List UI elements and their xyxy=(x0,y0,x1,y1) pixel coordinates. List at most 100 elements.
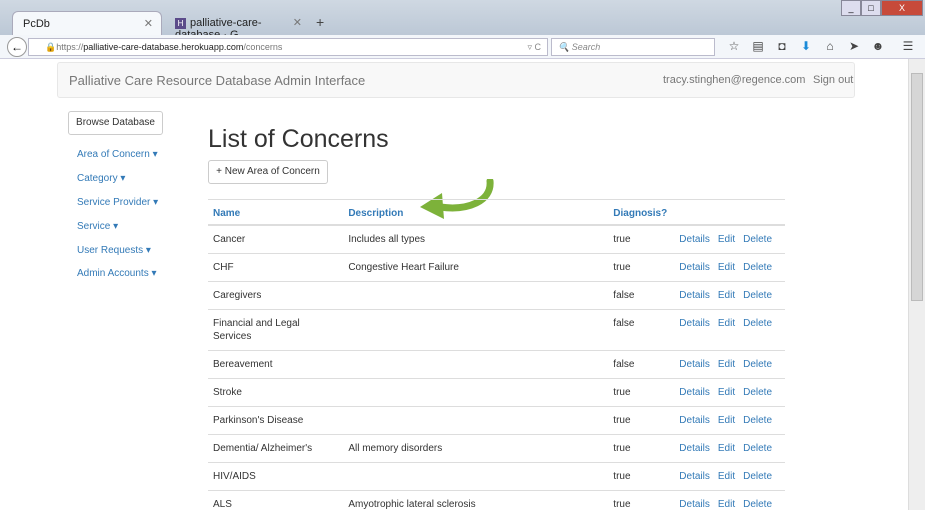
delete-link[interactable]: Delete xyxy=(743,499,772,510)
table-row: Dementia/ Alzheimer's All memory disorder… xyxy=(208,433,785,462)
cell-diagnosis: false xyxy=(608,308,675,350)
delete-link[interactable]: Delete xyxy=(743,290,772,301)
cell-diagnosis: true xyxy=(608,461,675,490)
new-area-of-concern-button[interactable]: + New Area of Concern xyxy=(208,160,328,184)
column-header-name[interactable]: Name xyxy=(208,199,344,226)
sidebar-item-category[interactable]: Category ▾ xyxy=(77,173,125,184)
delete-link[interactable]: Delete xyxy=(743,262,772,273)
menu-icon[interactable]: ☰ xyxy=(896,39,920,53)
maximize-button[interactable]: □ xyxy=(861,0,881,16)
close-window-button[interactable]: X xyxy=(881,0,923,16)
cell-description xyxy=(343,377,609,406)
cell-diagnosis: true xyxy=(608,224,675,253)
reload-icon[interactable]: ▿ C xyxy=(527,42,541,53)
details-link[interactable]: Details xyxy=(679,387,710,398)
pocket-icon[interactable]: ◘ xyxy=(770,39,794,53)
cell-description xyxy=(343,280,609,309)
details-link[interactable]: Details xyxy=(679,415,710,426)
delete-link[interactable]: Delete xyxy=(743,387,772,398)
brand[interactable]: Palliative Care Resource Database Admin … xyxy=(69,73,365,88)
cell-name: ALS xyxy=(208,489,344,518)
details-link[interactable]: Details xyxy=(679,234,710,245)
user-email[interactable]: tracy.stinghen@regence.com xyxy=(663,74,805,86)
table-row: Financial and Legal Services false Details… xyxy=(208,308,785,350)
details-link[interactable]: Details xyxy=(679,443,710,454)
cell-description: Congestive Heart Failure xyxy=(343,252,609,281)
cell-actions: Details Edit Delete xyxy=(674,252,785,281)
edit-link[interactable]: Edit xyxy=(718,234,735,245)
tab-github[interactable]: Hpalliative-care-database · G...✕ xyxy=(165,11,310,41)
cell-name: HIV/AIDS xyxy=(208,461,344,490)
cell-diagnosis: true xyxy=(608,405,675,434)
sidebar-item-service-provider[interactable]: Service Provider ▾ xyxy=(77,197,158,208)
edit-link[interactable]: Edit xyxy=(718,359,735,370)
table-row: Caregivers false Details Edit Delete xyxy=(208,280,785,309)
edit-link[interactable]: Edit xyxy=(718,415,735,426)
cell-description xyxy=(343,308,609,350)
tab-pcdb[interactable]: PcDb ✕ xyxy=(12,11,162,35)
page-content: Palliative Care Resource Database Admin … xyxy=(0,59,925,518)
details-link[interactable]: Details xyxy=(679,359,710,370)
edit-link[interactable]: Edit xyxy=(718,290,735,301)
cell-actions: Details Edit Delete xyxy=(674,377,785,406)
cell-name: Stroke xyxy=(208,377,344,406)
tab-label: PcDb xyxy=(23,18,50,30)
delete-link[interactable]: Delete xyxy=(743,443,772,454)
new-tab-button[interactable]: + xyxy=(316,14,324,30)
table-row: Cancer Includes all types true Details Edit D… xyxy=(208,224,785,253)
details-link[interactable]: Details xyxy=(679,262,710,273)
details-link[interactable]: Details xyxy=(679,471,710,482)
sign-out-link[interactable]: Sign out xyxy=(813,74,853,86)
cell-name: Cancer xyxy=(208,224,344,253)
scrollbar-thumb[interactable] xyxy=(911,73,923,301)
lock-icon: 🔒 xyxy=(45,42,57,52)
column-header-diagnosis[interactable]: Diagnosis? xyxy=(608,199,675,226)
delete-link[interactable]: Delete xyxy=(743,359,772,370)
edit-link[interactable]: Edit xyxy=(718,499,735,510)
search-input[interactable]: 🔍 Search xyxy=(551,38,715,56)
vertical-scrollbar[interactable] xyxy=(908,59,925,510)
delete-link[interactable]: Delete xyxy=(743,318,772,329)
details-link[interactable]: Details xyxy=(679,318,710,329)
cell-actions: Details Edit Delete xyxy=(674,433,785,462)
page-title: List of Concerns xyxy=(208,125,389,153)
delete-link[interactable]: Delete xyxy=(743,234,772,245)
send-icon[interactable]: ➤ xyxy=(842,39,866,53)
sidebar-item-area-of-concern[interactable]: Area of Concern ▾ xyxy=(77,149,158,160)
sidebar-item-admin-accounts[interactable]: Admin Accounts ▾ xyxy=(77,268,157,279)
edit-link[interactable]: Edit xyxy=(718,443,735,454)
cell-actions: Details Edit Delete xyxy=(674,349,785,378)
home-icon[interactable]: ⌂ xyxy=(818,39,842,53)
chat-icon[interactable]: ☻ xyxy=(866,39,890,53)
edit-link[interactable]: Edit xyxy=(718,387,735,398)
details-link[interactable]: Details xyxy=(679,290,710,301)
back-button[interactable]: ← xyxy=(7,37,27,57)
column-header-actions xyxy=(674,199,785,226)
reading-list-icon[interactable]: ▤ xyxy=(746,39,770,53)
browse-database-button[interactable]: Browse Database xyxy=(68,111,163,135)
table-row: Bereavement false Details Edit Delete xyxy=(208,349,785,378)
cell-description: Amyotrophic lateral sclerosis xyxy=(343,489,609,518)
close-tab-icon[interactable]: ✕ xyxy=(293,16,302,29)
download-icon[interactable]: ⬇ xyxy=(794,39,818,53)
delete-link[interactable]: Delete xyxy=(743,471,772,482)
details-link[interactable]: Details xyxy=(679,499,710,510)
url-bar[interactable]: 🔒https://palliative-care-database.heroku… xyxy=(28,38,548,56)
sidebar-item-service[interactable]: Service ▾ xyxy=(77,221,118,232)
minimize-button[interactable]: _ xyxy=(841,0,861,16)
edit-link[interactable]: Edit xyxy=(718,318,735,329)
column-header-description[interactable]: Description xyxy=(343,199,609,226)
edit-link[interactable]: Edit xyxy=(718,471,735,482)
delete-link[interactable]: Delete xyxy=(743,415,772,426)
table-row: Parkinson's Disease true Details Edit Delete xyxy=(208,405,785,434)
close-tab-icon[interactable]: ✕ xyxy=(144,17,153,30)
sidebar-item-user-requests[interactable]: User Requests ▾ xyxy=(77,245,151,256)
favicon-icon: H xyxy=(175,18,186,29)
cell-actions: Details Edit Delete xyxy=(674,461,785,490)
table-row: CHF Congestive Heart Failure true Details Ed… xyxy=(208,252,785,281)
search-placeholder: Search xyxy=(571,42,601,52)
cell-description xyxy=(343,349,609,378)
cell-description xyxy=(343,461,609,490)
bookmark-star-icon[interactable]: ☆ xyxy=(722,39,746,53)
edit-link[interactable]: Edit xyxy=(718,262,735,273)
